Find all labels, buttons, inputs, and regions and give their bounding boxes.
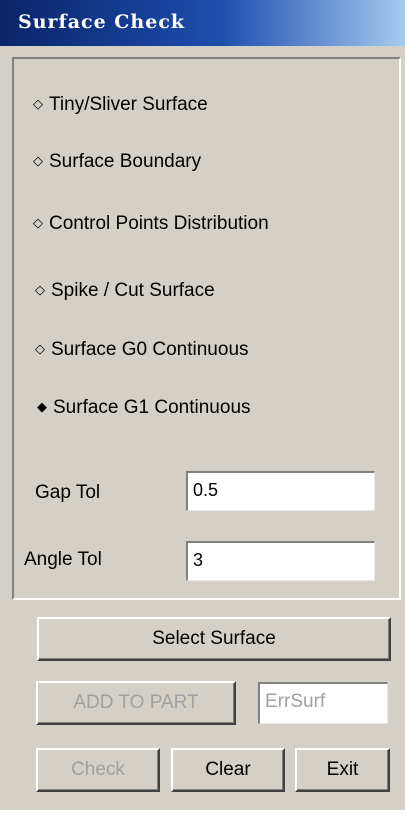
check-button[interactable]: Check: [36, 748, 160, 792]
radio-icon: ◇: [33, 96, 43, 111]
option-label: Surface G0 Continuous: [51, 339, 249, 360]
window-title: Surface Check: [18, 11, 186, 33]
option-label: Surface Boundary: [49, 151, 202, 172]
select-surface-button[interactable]: Select Surface: [37, 617, 391, 661]
radio-icon: ◇: [33, 215, 43, 230]
surface-check-dialog: Surface Check ◇ Tiny/Sliver Surface ◇ Surf…: [0, 0, 405, 819]
gap-tol-input[interactable]: 0.5: [186, 471, 375, 511]
options-panel: [12, 57, 401, 600]
option-tiny-sliver-surface[interactable]: ◇ Tiny/Sliver Surface: [33, 94, 208, 116]
radio-icon: ◆: [37, 399, 47, 414]
radio-icon: ◇: [35, 341, 45, 356]
bottom-edge: [0, 810, 405, 819]
exit-button[interactable]: Exit: [295, 748, 390, 792]
radio-icon: ◇: [33, 153, 43, 168]
radio-icon: ◇: [35, 282, 45, 297]
option-surface-g1-continuous[interactable]: ◆ Surface G1 Continuous: [37, 397, 251, 419]
gap-tol-label: Gap Tol: [35, 482, 101, 503]
part-name-input[interactable]: ErrSurf: [258, 682, 388, 724]
option-label: Tiny/Sliver Surface: [49, 94, 208, 115]
angle-tol-input[interactable]: 3: [186, 541, 375, 581]
option-control-points-distribution[interactable]: ◇ Control Points Distribution: [33, 213, 269, 235]
title-bar: Surface Check: [0, 0, 405, 46]
angle-tol-label: Angle Tol: [24, 549, 102, 570]
option-surface-boundary[interactable]: ◇ Surface Boundary: [33, 151, 201, 173]
option-label: Surface G1 Continuous: [53, 397, 251, 418]
clear-button[interactable]: Clear: [171, 748, 285, 792]
option-spike-cut-surface[interactable]: ◇ Spike / Cut Surface: [35, 280, 215, 302]
option-label: Control Points Distribution: [49, 213, 269, 234]
option-surface-g0-continuous[interactable]: ◇ Surface G0 Continuous: [35, 339, 249, 361]
option-label: Spike / Cut Surface: [51, 280, 215, 301]
add-to-part-button[interactable]: ADD TO PART: [36, 681, 236, 725]
